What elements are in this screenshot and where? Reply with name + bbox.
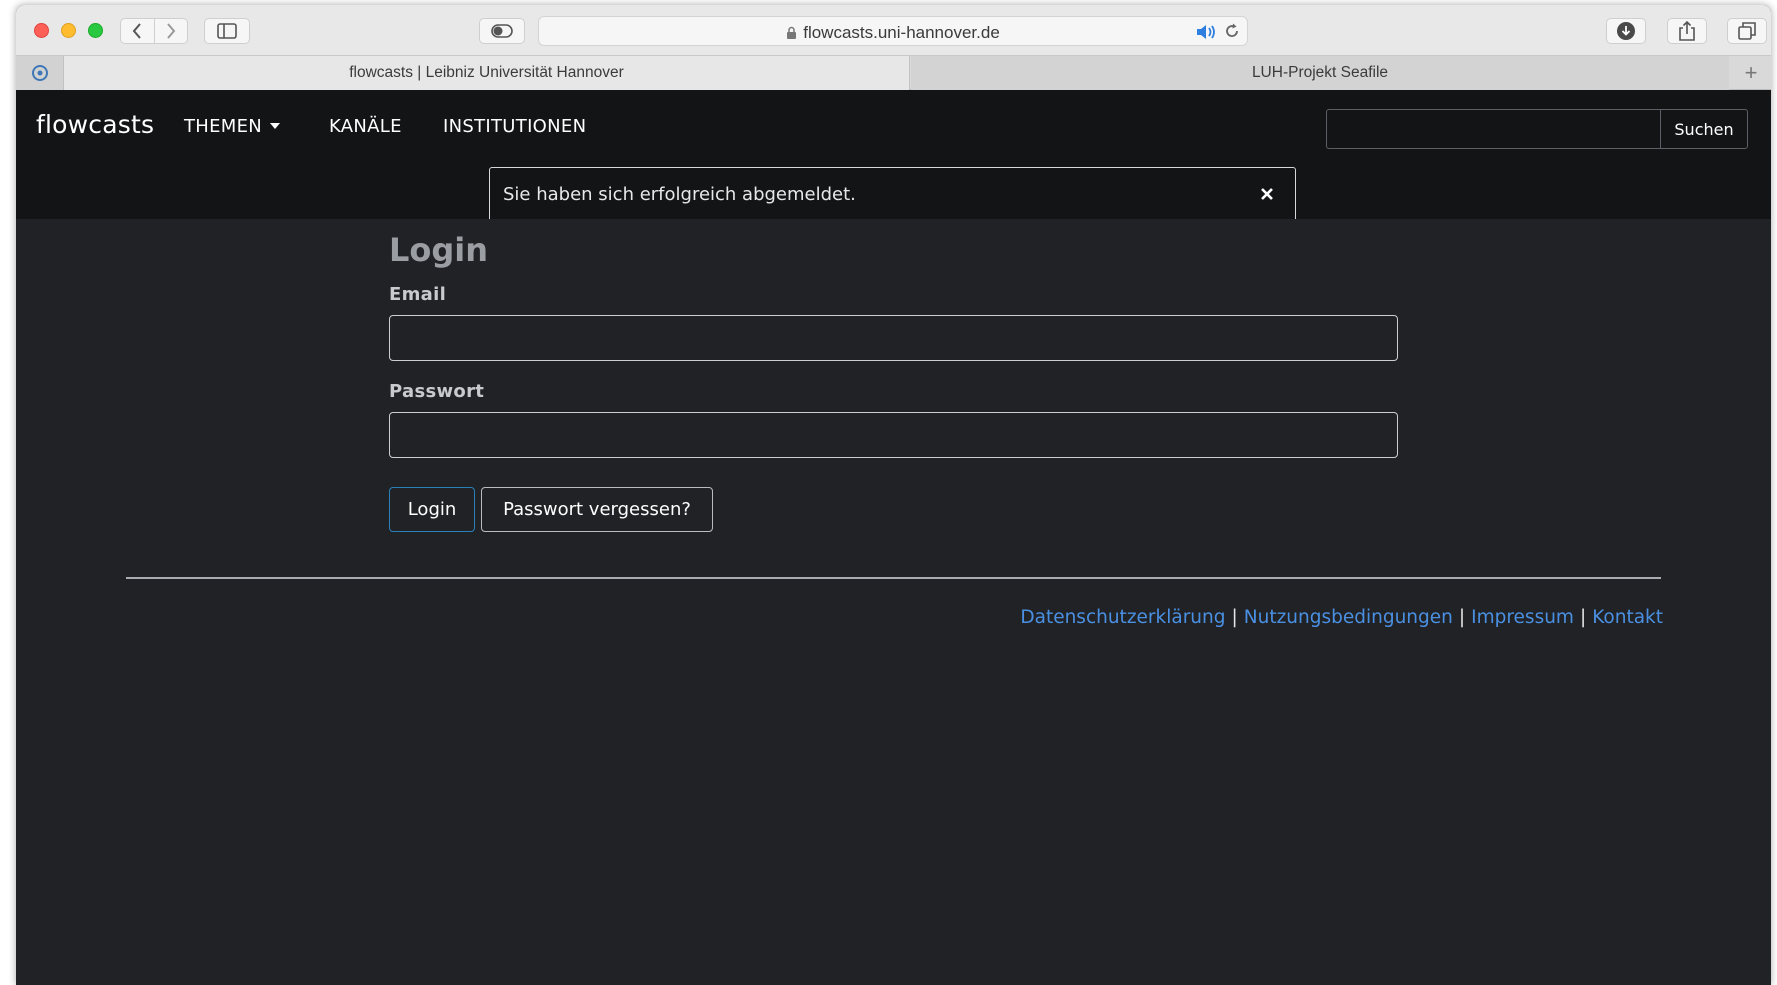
caret-down-icon [270, 123, 281, 129]
chevron-left-icon [132, 23, 142, 39]
tab-label: flowcasts | Leibniz Universität Hannover [349, 64, 624, 81]
url-text: flowcasts.uni-hannover.de [803, 23, 1000, 42]
footer-link-datenschutz[interactable]: Datenschutzerklärung [1020, 607, 1225, 628]
share-button[interactable] [1667, 18, 1707, 44]
footer-link-nutzungsbedingungen[interactable]: Nutzungsbedingungen [1244, 607, 1453, 628]
footer-separator: | [1579, 607, 1587, 628]
toggle-icon [491, 24, 513, 38]
speaker-icon[interactable] [1195, 23, 1217, 41]
main-content: Login Email Passwort Login Passwort verg… [16, 219, 1771, 985]
footer-separator: | [1231, 607, 1238, 628]
password-label: Passwort [389, 381, 485, 402]
sidebar-toggle-button[interactable] [204, 18, 250, 44]
site-favicon-icon [31, 65, 48, 81]
footer-link-kontakt[interactable]: Kontakt [1592, 607, 1663, 628]
download-icon [1617, 22, 1635, 40]
downloads-button[interactable] [1606, 18, 1646, 44]
email-label: Email [389, 284, 447, 305]
nav-institutionen[interactable]: INSTITUTIONEN [443, 116, 586, 137]
forgot-password-button[interactable]: Passwort vergessen? [481, 487, 713, 532]
chevron-right-icon [166, 23, 176, 39]
tabs-icon [1738, 22, 1756, 40]
password-field[interactable] [389, 412, 1398, 458]
browser-titlebar: flowcasts.uni-hannover.de [16, 5, 1771, 55]
site-brand[interactable]: flowcasts [36, 110, 154, 139]
search-input[interactable] [1326, 109, 1660, 149]
zoom-window-button[interactable] [88, 23, 103, 38]
tab-seafile[interactable]: LUH-Projekt Seafile [911, 56, 1729, 90]
site-navbar: flowcasts THEMEN KANÄLE INSTITUTIONEN Su… [16, 90, 1771, 222]
tab-overview-button[interactable] [1727, 18, 1767, 44]
page-title: Login [389, 231, 489, 269]
reload-icon[interactable] [1223, 22, 1241, 40]
email-field[interactable] [389, 315, 1398, 361]
nav-themen[interactable]: THEMEN [184, 116, 281, 137]
forward-button[interactable] [155, 19, 188, 43]
minimize-window-button[interactable] [61, 23, 76, 38]
tab-flowcasts[interactable]: flowcasts | Leibniz Universität Hannover [64, 56, 910, 90]
sidebar-icon [217, 23, 237, 39]
tab-bar: flowcasts | Leibniz Universität Hannover… [16, 55, 1771, 90]
footer-separator: | [1458, 607, 1466, 628]
logout-alert: Sie haben sich erfolgreich abgemeldet. [489, 167, 1296, 222]
close-window-button[interactable] [34, 23, 49, 38]
browser-window: flowcasts.uni-hannover.de flowcasts | Le… [16, 5, 1771, 985]
alert-close-button[interactable] [1257, 184, 1277, 204]
footer-divider [126, 577, 1661, 579]
history-nav [120, 18, 188, 44]
login-button[interactable]: Login [389, 487, 475, 532]
reader-toggle-button[interactable] [479, 18, 525, 44]
share-icon [1679, 21, 1695, 41]
search-button[interactable]: Suchen [1660, 109, 1748, 149]
lock-icon [787, 26, 797, 39]
close-icon [1261, 188, 1273, 200]
footer-links: Datenschutzerklärung | Nutzungsbedingungen… [1020, 607, 1663, 628]
tab-label: LUH-Projekt Seafile [1251, 64, 1389, 81]
plus-icon: + [1744, 60, 1758, 85]
nav-kanaele[interactable]: KANÄLE [329, 116, 402, 137]
pinned-tab[interactable] [16, 56, 64, 90]
new-tab-button[interactable]: + [1731, 56, 1771, 90]
address-bar[interactable]: flowcasts.uni-hannover.de [538, 16, 1248, 46]
back-button[interactable] [121, 19, 155, 43]
footer-link-impressum[interactable]: Impressum [1471, 607, 1574, 628]
alert-message: Sie haben sich erfolgreich abgemeldet. [503, 184, 856, 205]
